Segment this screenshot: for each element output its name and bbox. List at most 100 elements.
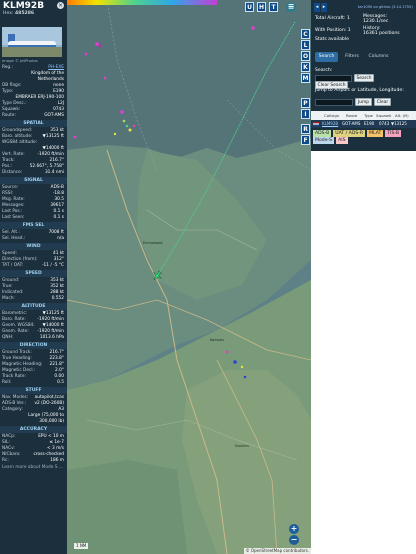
col-type[interactable]: Type <box>364 111 373 120</box>
legend-ais[interactable]: AIS <box>336 137 348 144</box>
col-route[interactable]: Route <box>346 111 357 120</box>
accuracy-value: 186 m <box>50 458 64 463</box>
stuff-row: 300,000 lb) <box>2 419 64 425</box>
photo-credit: image © JetPhotos <box>2 58 38 63</box>
source-legend: ADS-B UAT / ADS-R MLAT TIS-B Mode-S AIS <box>313 130 414 144</box>
legend-uat-ads-r[interactable]: UAT / ADS-R <box>333 130 366 137</box>
legend-mlat[interactable]: MLAT <box>367 130 384 137</box>
map-attribution[interactable]: © OpenStreetMap contributors. <box>243 548 311 554</box>
table-row[interactable]: KLM92B GOT-AMS E190 0743 ▼13125 <box>311 120 416 128</box>
map-label-emmeloord: Emmeloord <box>143 241 162 245</box>
collapse-left-icon[interactable]: ◂ <box>314 3 320 12</box>
aircraft-callsign: KLM92B <box>3 1 45 11</box>
expand-right-icon[interactable]: ▸ <box>321 3 327 12</box>
tab-filters[interactable]: Filters <box>341 52 363 62</box>
aircraft-info-panel: KLM92B Hex: 485286 × image © JetPhotos R… <box>0 0 67 554</box>
search-label: Search: <box>315 68 333 73</box>
jump-label: Jump to Airport or Latitude, Longitude: <box>315 88 404 93</box>
map-button-m[interactable]: M <box>301 73 310 83</box>
row-route: GOT-AMS <box>342 121 361 126</box>
github-link[interactable]: tar1090 on github (3.14.1755) <box>358 4 413 10</box>
map-button-t[interactable]: T <box>269 2 278 12</box>
aircraft-hex: Hex: 485286 <box>3 11 64 16</box>
section-spatial[interactable]: SPATIAL <box>0 120 67 127</box>
map-button-l[interactable]: L <box>301 40 310 50</box>
with-position-value: 1 <box>347 28 351 33</box>
table-header: Callsign Route Type Squawk Alt. (ft) <box>311 111 416 120</box>
details-key: Route: <box>2 113 16 118</box>
jump-input[interactable] <box>315 99 353 106</box>
app-root: KLM92B Hex: 485286 × image © JetPhotos R… <box>0 0 416 554</box>
details-value: GOT-AMS <box>44 113 64 118</box>
speed-value: 0.552 <box>51 296 64 301</box>
fms-row: Sel. Head.: n/a <box>2 236 64 242</box>
legend-ads-b[interactable]: ADS-B <box>313 130 332 137</box>
map-button-o[interactable]: O <box>301 51 310 61</box>
map-button-r[interactable]: R <box>301 124 310 134</box>
close-icon[interactable]: × <box>57 2 64 9</box>
direction-key: Roll: <box>2 380 12 385</box>
altitude-value: 1013.6 hPa <box>39 335 64 340</box>
spatial-value: 31.4 nmi <box>44 170 64 175</box>
aircraft-photo[interactable] <box>2 27 62 57</box>
with-position: With Position: 1 <box>315 28 351 34</box>
with-position-label: With Position: <box>315 28 347 33</box>
altitude-row: QNH: 1013.6 hPa <box>2 335 64 341</box>
map-canvas: Kampen Emmeloord Dronten <box>67 0 311 554</box>
section-direction[interactable]: DIRECTION <box>0 342 67 349</box>
section-accuracy[interactable]: ACCURACY <box>0 426 67 433</box>
signal-value: 0.1 s <box>53 215 64 220</box>
direction-row: Roll: 0.5 <box>2 380 64 386</box>
total-aircraft-label: Total Aircraft: <box>315 16 346 21</box>
messages-value: 1230.1/sec <box>363 19 389 24</box>
section-signal[interactable]: SIGNAL <box>0 177 67 184</box>
speed-key: Mach: <box>2 296 15 301</box>
section-altitude[interactable]: ALTITUDE <box>0 303 67 310</box>
col-altitude[interactable]: Alt. (ft) <box>395 111 409 120</box>
section-wind[interactable]: WIND <box>0 243 67 250</box>
footer-note[interactable]: Learn more about Mode S ... <box>2 465 64 471</box>
map-view[interactable]: Kampen Emmeloord Dronten U H T ≡ C L O K… <box>67 0 311 554</box>
hex-value: 485286 <box>14 11 35 16</box>
map-button-i[interactable]: I <box>301 109 310 119</box>
search-button[interactable]: Search <box>354 74 374 82</box>
legend-mode-s[interactable]: Mode-S <box>313 137 335 144</box>
total-aircraft-value: 1 <box>346 16 350 21</box>
map-button-u[interactable]: U <box>245 2 254 12</box>
row-type: E190 <box>364 121 375 126</box>
tab-columns[interactable]: Columns <box>366 52 391 62</box>
col-callsign[interactable]: Callsign <box>324 111 339 120</box>
signal-row: Last Seen: 0.1 s <box>2 215 64 221</box>
col-squawk[interactable]: Squawk <box>376 111 391 120</box>
map-button-k[interactable]: K <box>301 62 310 72</box>
right-sidebar: ◂ ▸ tar1090 on github (3.14.1755) Total … <box>311 0 416 554</box>
zoom-in-button[interactable]: + <box>289 524 299 534</box>
jump-button[interactable]: Jump <box>355 98 372 106</box>
fms-key: Sel. Head.: <box>2 236 26 241</box>
speed-row: Mach: 0.552 <box>2 296 64 302</box>
stats-link[interactable]: Stats available <box>315 37 349 43</box>
map-button-p[interactable]: P <box>301 98 310 108</box>
stuff-value: 300,000 lb) <box>39 419 64 424</box>
legend-tis-b[interactable]: TIS-B <box>385 130 402 137</box>
accuracy-row: Rc: 186 m <box>2 458 64 464</box>
section-stuff[interactable]: STUFF <box>0 387 67 394</box>
map-button-h[interactable]: H <box>257 2 266 12</box>
zoom-out-button[interactable]: − <box>289 535 299 545</box>
clear-button[interactable]: Clear <box>374 98 391 106</box>
aircraft-header: KLM92B Hex: 485286 × <box>0 0 67 21</box>
section-fms[interactable]: FMS SEL <box>0 222 67 229</box>
history-value: 16361 positions <box>363 31 400 36</box>
layers-icon[interactable]: ≡ <box>286 2 296 12</box>
wind-value: -11 / -5 °C <box>42 263 64 268</box>
row-squawk: 0743 <box>379 121 390 126</box>
section-speed[interactable]: SPEED <box>0 270 67 277</box>
hex-label: Hex: <box>3 11 14 16</box>
map-button-f[interactable]: F <box>301 135 310 145</box>
altitude-color-legend <box>67 0 217 5</box>
spatial-row: Distance: 31.4 nmi <box>2 170 64 176</box>
tab-search[interactable]: Search <box>315 52 338 62</box>
map-button-c[interactable]: C <box>301 29 310 39</box>
netherlands-flag-icon <box>313 122 319 126</box>
total-aircraft: Total Aircraft: 1 <box>315 16 350 22</box>
